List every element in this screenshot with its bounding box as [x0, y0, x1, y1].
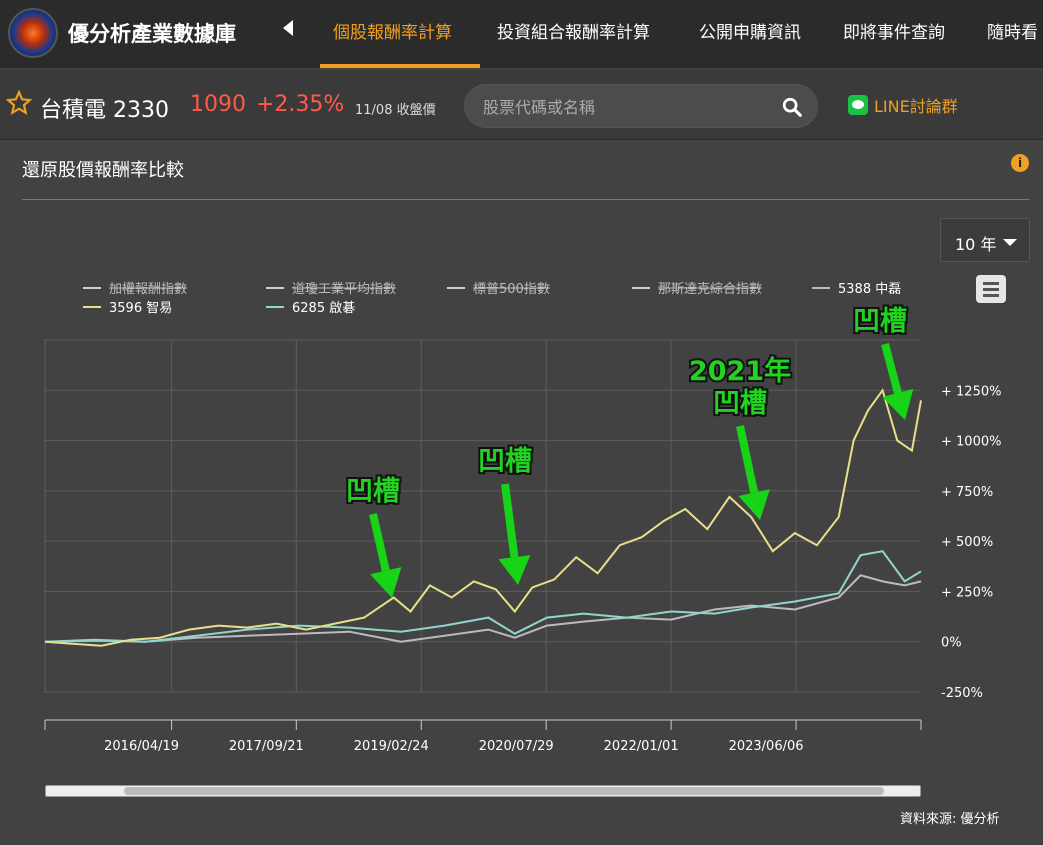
x-tick-label: 2017/09/21: [229, 739, 304, 754]
line-group-link[interactable]: LINE討論群: [842, 93, 958, 117]
favorite-star-icon[interactable]: [6, 90, 32, 116]
legend-item: 加權報酬指數: [109, 282, 187, 297]
y-tick-label: 0%: [941, 636, 962, 651]
x-tick-label: 2022/01/01: [604, 739, 679, 754]
chart-navigator-scrollbar[interactable]: [45, 785, 921, 797]
tab-portfolio-return[interactable]: 投資組合報酬率計算: [497, 18, 650, 43]
annotation-arrow: [881, 342, 902, 394]
chevron-down-icon: [1003, 239, 1017, 246]
annotation-label: 凹槽: [478, 446, 532, 477]
line-group-label: LINE討論群: [874, 97, 958, 116]
search-icon[interactable]: [781, 96, 803, 118]
divider: [22, 199, 1029, 200]
x-tick-label: 2019/02/24: [354, 739, 429, 754]
x-tick-label: 2020/07/29: [479, 739, 554, 754]
x-tick-label: 2023/06/06: [729, 739, 804, 754]
y-tick-label: + 250%: [941, 585, 993, 600]
y-tick-label: + 750%: [941, 485, 993, 500]
series-line: [44, 550, 922, 643]
annotation-arrow: [369, 513, 390, 572]
legend-item: 那斯達克綜合指數: [658, 282, 762, 297]
search-input[interactable]: [483, 96, 773, 118]
search-box: [464, 84, 818, 128]
legend-item: 5388 中磊: [838, 282, 901, 297]
legend-item: 標普500指數: [473, 282, 550, 297]
annotation-label: 2021年: [689, 355, 791, 387]
top-nav: 優分析產業數據庫 個股報酬率計算 投資組合報酬率計算 公開申購資訊 即將事件查詢…: [0, 0, 1043, 68]
legend-item: 6285 啟碁: [292, 301, 355, 316]
info-icon[interactable]: i: [1011, 154, 1029, 172]
scrollbar-thumb[interactable]: [124, 787, 884, 795]
line-icon: [848, 95, 868, 115]
stock-change: +2.35%: [256, 92, 345, 117]
legend-item: 道瓊工業平均指數: [292, 281, 396, 297]
stock-name: 台積電 2330: [40, 98, 169, 123]
chart-menu-icon[interactable]: [976, 275, 1006, 303]
nav-prev-icon[interactable]: [283, 20, 293, 36]
tab-events[interactable]: 即將事件查詢: [843, 18, 945, 43]
tab-stock-return[interactable]: 個股報酬率計算: [333, 18, 452, 43]
tab-anytime[interactable]: 隨時看: [987, 18, 1038, 43]
series-line: [44, 388, 922, 647]
y-tick-label: + 500%: [941, 535, 993, 550]
y-tick-label: + 1250%: [941, 384, 1001, 399]
stock-date-label: 11/08 收盤價: [355, 103, 436, 118]
active-tab-indicator: [320, 64, 480, 68]
annotation-arrowhead: [370, 567, 402, 598]
annotation-arrowhead: [498, 555, 531, 585]
panel-title: 還原股價報酬率比較: [22, 160, 184, 181]
y-tick-label: -250%: [941, 686, 983, 701]
brand-name[interactable]: 優分析產業數據庫: [68, 18, 236, 48]
annotation-arrowhead: [738, 489, 770, 520]
range-select-value: 10 年: [955, 235, 997, 254]
annotation-label: 凹槽: [713, 388, 767, 419]
series-line: [44, 574, 922, 643]
y-tick-label: + 1000%: [941, 435, 1001, 450]
annotation-arrow: [501, 483, 519, 558]
brand-logo[interactable]: [8, 8, 58, 58]
annotation-label: 凹槽: [346, 476, 400, 507]
range-select[interactable]: 10 年: [940, 218, 1030, 262]
legend-item: 3596 智易: [109, 301, 172, 316]
tab-ipo-info[interactable]: 公開申購資訊: [699, 18, 801, 43]
annotation-label: 凹槽: [853, 306, 907, 337]
annotation-arrowhead: [882, 388, 914, 420]
annotation-arrow: [736, 425, 759, 494]
data-source: 資料來源: 優分析: [900, 812, 1000, 827]
stock-price: 1090: [190, 92, 246, 117]
x-tick-label: 2016/04/19: [104, 739, 179, 754]
